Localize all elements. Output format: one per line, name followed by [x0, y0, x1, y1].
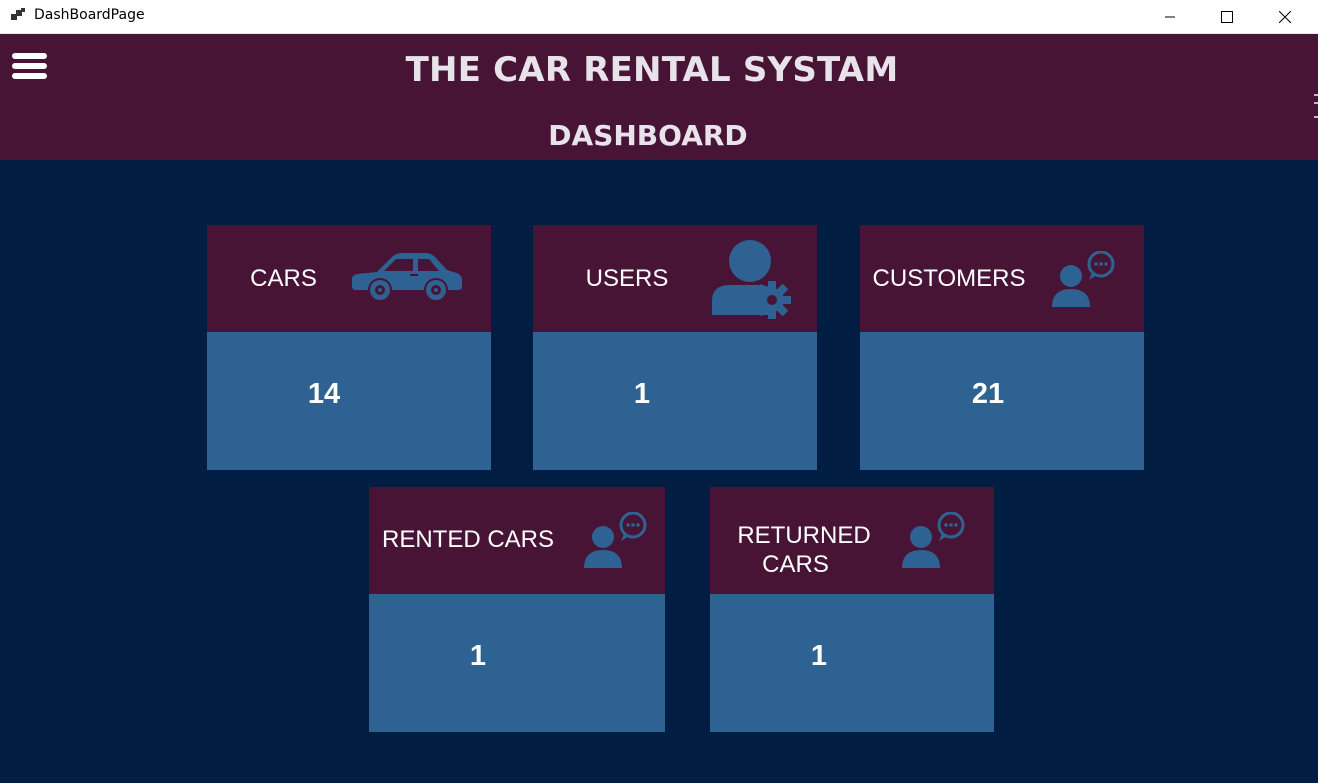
user-chat-icon — [584, 512, 647, 568]
close-icon — [1279, 10, 1291, 23]
car-icon — [352, 253, 462, 300]
card-value: 1 — [810, 640, 828, 672]
card-header: USERS — [533, 225, 817, 332]
card-label: CARS — [762, 551, 829, 578]
app-icon — [11, 8, 25, 20]
edge-marks — [1314, 94, 1318, 118]
minimize-icon — [1165, 16, 1175, 17]
card-body: 1 — [533, 332, 817, 470]
app-title: THE CAR RENTAL SYSTAM — [405, 50, 899, 90]
card-label: RENTED CARS — [381, 526, 555, 553]
card-header: RETURNED CARS — [710, 487, 994, 594]
card-body: 14 — [207, 332, 491, 470]
maximize-button[interactable] — [1204, 0, 1250, 33]
card-value: 21 — [971, 378, 1005, 410]
card-body: 21 — [860, 332, 1144, 470]
card-header: RENTED CARS — [369, 487, 665, 594]
window-title: DashBoardPage — [34, 7, 145, 23]
rented-cars-card[interactable]: RENTED CARS 1 — [369, 487, 665, 732]
user-chat-icon — [902, 512, 965, 568]
card-header: CARS — [207, 225, 491, 332]
card-label: RETURNED — [737, 522, 871, 549]
cars-card[interactable]: CARS 14 — [207, 225, 491, 470]
card-value: 1 — [633, 378, 651, 410]
card-body: 1 — [710, 594, 994, 732]
window-titlebar: DashBoardPage — [0, 0, 1318, 34]
app-header: THE CAR RENTAL SYSTAM DASHBOARD — [0, 34, 1318, 160]
user-settings-icon — [712, 240, 791, 319]
users-card[interactable]: USERS 1 — [533, 225, 817, 470]
card-label: USERS — [585, 265, 669, 292]
card-body: 1 — [369, 594, 665, 732]
card-header: CUSTOMERS — [860, 225, 1144, 332]
minimize-button[interactable] — [1147, 0, 1193, 33]
card-label: CUSTOMERS — [872, 265, 1026, 292]
card-label: CARS — [250, 265, 317, 292]
customers-card[interactable]: CUSTOMERS 21 — [860, 225, 1144, 470]
user-chat-icon — [1052, 251, 1115, 307]
card-value: 14 — [307, 378, 341, 410]
card-value: 1 — [469, 640, 487, 672]
returned-cars-card[interactable]: RETURNED CARS 1 — [710, 487, 994, 732]
page-title: DASHBOARD — [548, 119, 748, 152]
maximize-icon — [1221, 10, 1233, 23]
close-button[interactable] — [1262, 0, 1308, 33]
